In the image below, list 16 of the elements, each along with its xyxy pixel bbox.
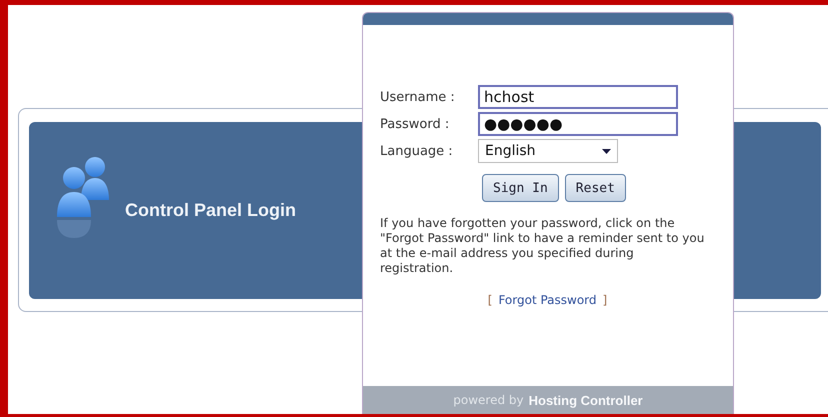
footer-brand: Hosting Controller [528,392,643,408]
footer-text: powered by [453,393,524,407]
bracket: [ [488,293,492,307]
forgot-password-link[interactable]: Forgot Password [498,293,597,307]
caret-icon [602,148,611,154]
field-label: Username : [380,90,456,104]
language-dropdown[interactable]: English [478,139,618,163]
field-label: Password : [380,116,450,132]
help-text: If you have forgotten your password, click on the "Forgot Password" link to have a reminder sent to you at the e-mail address you specified during registration. [380,216,706,276]
bracket: ] [602,293,608,307]
banner-title: Control Panel Login [125,200,296,221]
form-button[interactable]: Sign In [482,174,559,202]
field-label: Language : [380,144,454,158]
input-field[interactable]: hchost [478,85,678,109]
form-button[interactable]: Reset [564,174,626,202]
input-field[interactable]: ●●●●●● [478,112,678,136]
